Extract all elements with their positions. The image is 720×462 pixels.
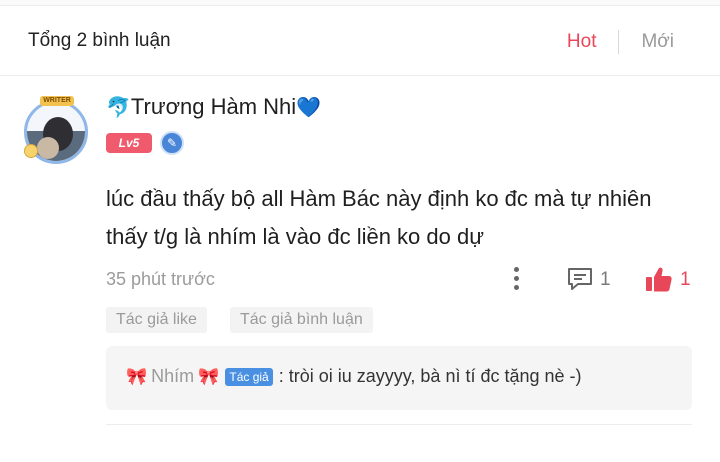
comment-count: Tổng 2 bình luận <box>28 30 171 51</box>
reply-count: 1 <box>600 269 611 290</box>
author-tag: Tác giả <box>225 367 273 386</box>
divider <box>106 424 692 425</box>
tab-new[interactable]: Mới <box>641 31 674 53</box>
like-count: 1 <box>680 269 691 290</box>
bow-icon: 🎀 <box>198 366 220 386</box>
avatar[interactable]: WRITER <box>22 96 92 166</box>
comment-text: lúc đầu thấy bộ all Hàm Bác này định ko … <box>106 186 652 249</box>
comment-icon[interactable] <box>566 266 594 292</box>
tag-author-commented: Tác giả bình luận <box>230 307 373 333</box>
username-text: Trương Hàm Nhi <box>130 94 297 119</box>
blue-heart-icon: 💙 <box>296 96 322 119</box>
sort-tabs: Hot Mới <box>567 30 674 54</box>
reply-preview[interactable]: 🎀 Nhím 🎀 Tác giả : tròi oi iu zayyyy, bà… <box>106 346 692 410</box>
comment-time: 35 phút trước <box>106 269 215 289</box>
username[interactable]: 🐬 Trương Hàm Nhi 💙 <box>106 94 321 120</box>
tab-hot[interactable]: Hot <box>567 31 597 53</box>
sort-divider <box>618 30 620 54</box>
thumbs-up-icon[interactable] <box>644 264 674 294</box>
reply-line: 🎀 Nhím 🎀 Tác giả : tròi oi iu zayyyy, bà… <box>126 366 582 387</box>
reply-text: : tròi oi iu zayyyy, bà nì tí đc tặng nè… <box>278 366 582 386</box>
comments-header: Tổng 2 bình luận Hot Mới <box>0 6 720 76</box>
avatar-frame-badge: WRITER <box>40 96 74 106</box>
reply-author-name[interactable]: Nhím <box>151 366 194 387</box>
author-shield-icon: ✎ <box>160 131 184 155</box>
level-badge: Lv5 <box>106 133 152 153</box>
more-vertical-icon[interactable] <box>506 264 526 294</box>
avatar-sticker-icon <box>24 144 38 158</box>
bow-icon: 🎀 <box>126 366 148 386</box>
tag-author-liked: Tác giả like <box>106 307 207 333</box>
dolphin-icon: 🐬 <box>106 96 131 119</box>
